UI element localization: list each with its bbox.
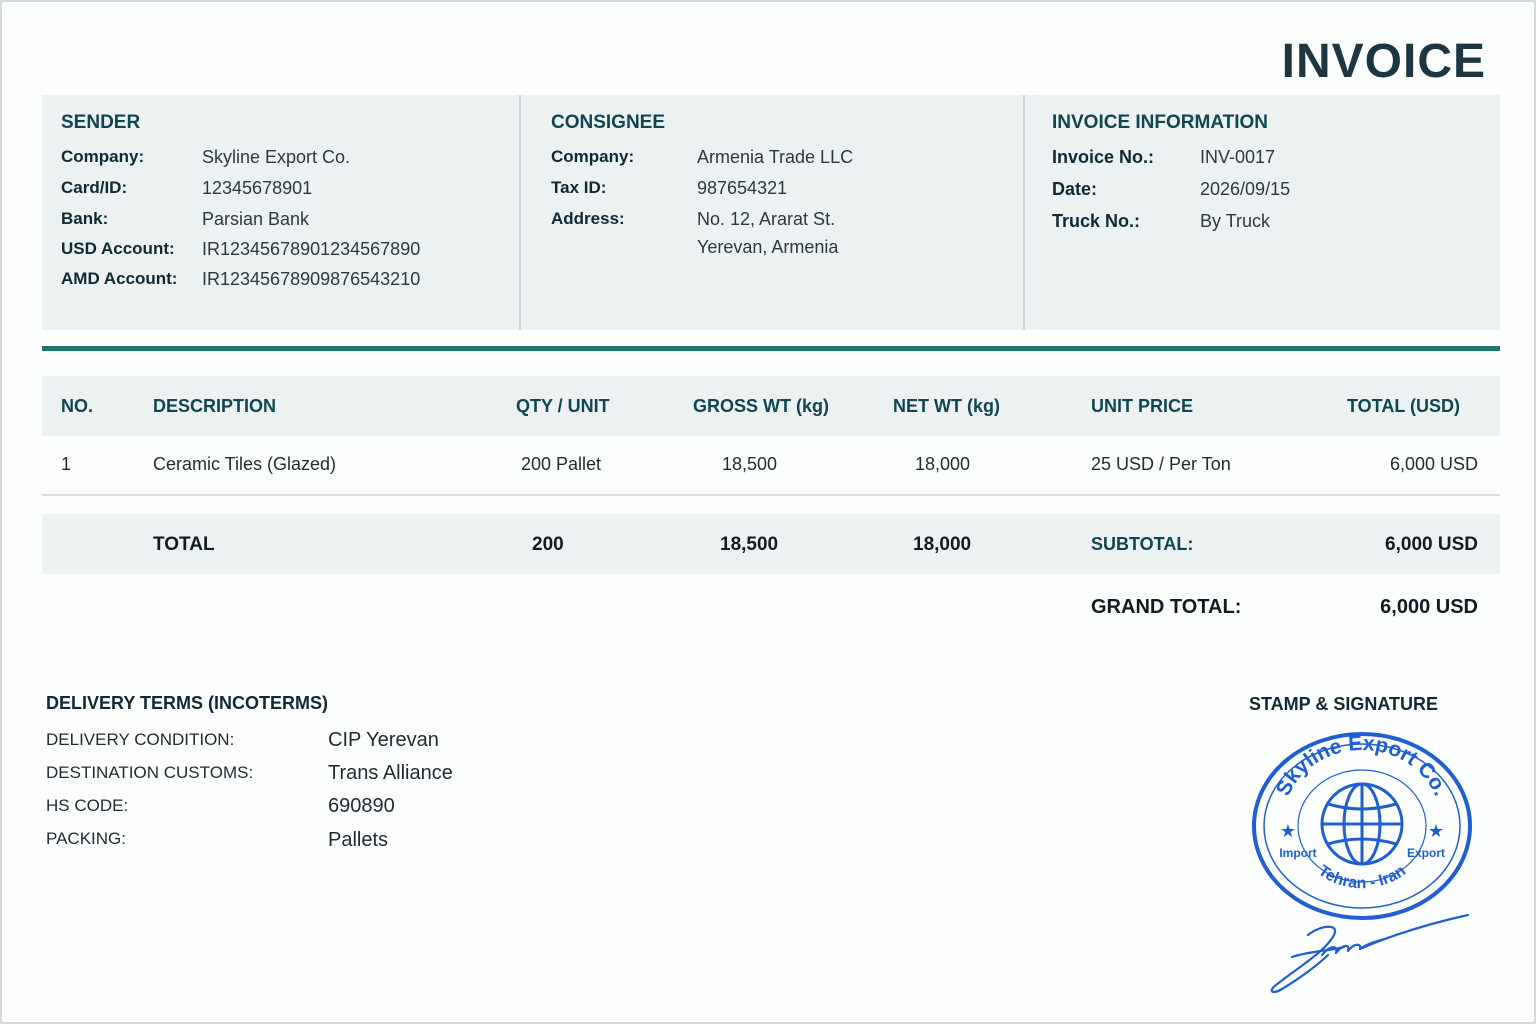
consignee-company-value: Armenia Trade LLC — [697, 147, 854, 167]
consignee-address-line1: No. 12, Ararat St. — [697, 209, 836, 229]
total-label: TOTAL — [153, 534, 215, 555]
section-divider — [42, 346, 1500, 351]
subtotal-label: SUBTOTAL: — [1091, 534, 1194, 554]
consignee-heading: CONSIGNEE — [551, 112, 666, 133]
packing-value: Pallets — [328, 829, 389, 851]
hs-code-value: 690890 — [328, 795, 395, 817]
sender-bank-value: Parsian Bank — [202, 209, 310, 229]
hs-code-label: HS CODE: — [46, 796, 129, 815]
consignee-taxid-label: Tax ID: — [551, 178, 607, 197]
consignee-section: CONSIGNEE Company: Armenia Trade LLC Tax… — [519, 95, 1025, 330]
invoice-date-label: Date: — [1052, 179, 1098, 199]
row-unit-price: 25 USD / Per Ton — [1091, 454, 1231, 474]
destination-customs-label: DESTINATION CUSTOMS: — [46, 763, 254, 782]
globe-icon — [1320, 782, 1404, 866]
truck-number-value: By Truck — [1200, 211, 1271, 231]
signature — [1270, 913, 1470, 994]
delivery-condition-value: CIP Yerevan — [328, 729, 439, 751]
col-header-unit-price: UNIT PRICE — [1091, 396, 1194, 416]
sender-heading: SENDER — [61, 112, 141, 133]
sender-card-value: 12345678901 — [202, 178, 313, 198]
row-description: Ceramic Tiles (Glazed) — [153, 454, 337, 474]
invoice-date-value: 2026/09/15 — [1200, 179, 1291, 199]
sender-company-label: Company: — [61, 147, 145, 166]
invoice-title: INVOICE — [1281, 35, 1486, 88]
sender-usd-account-label: USD Account: — [61, 239, 175, 258]
col-header-no: NO. — [61, 396, 94, 416]
packing-label: PACKING: — [46, 829, 126, 848]
consignee-company-label: Company: — [551, 147, 635, 166]
total-net-wt: 18,000 — [913, 534, 972, 555]
invoice-info-heading: INVOICE INFORMATION — [1052, 112, 1269, 133]
invoice-number-label: Invoice No.: — [1052, 147, 1155, 167]
consignee-taxid-value: 987654321 — [697, 178, 788, 198]
row-no: 1 — [61, 454, 72, 474]
col-header-gross-wt: GROSS WT (kg) — [693, 396, 829, 416]
row-net-wt: 18,000 — [915, 454, 971, 474]
items-table-header: NO. DESCRIPTION QTY / UNIT GROSS WT (kg)… — [42, 376, 1500, 436]
col-header-qty-unit: QTY / UNIT — [516, 396, 610, 416]
sender-card-label: Card/ID: — [61, 178, 128, 197]
sender-usd-account-value: IR12345678901234567890 — [202, 239, 421, 259]
stamp-bottom-text: Tehran - Iran — [1315, 862, 1409, 892]
row-gross-wt: 18,500 — [722, 454, 778, 474]
total-gross-wt: 18,500 — [720, 534, 779, 555]
invoice-info-section: INVOICE INFORMATION Invoice No.: INV-001… — [1023, 95, 1502, 330]
destination-customs-value: Trans Alliance — [328, 762, 453, 784]
sender-amd-account-value: IR12345678909876543210 — [202, 269, 421, 289]
grand-total-value: 6,000 USD — [1380, 596, 1478, 618]
star-right-icon: ★ — [1428, 821, 1444, 841]
stamp-signature-heading: STAMP & SIGNATURE — [1249, 694, 1439, 714]
sender-section: SENDER Company: Skyline Export Co. Card/… — [42, 95, 518, 330]
consignee-address-line2: Yerevan, Armenia — [697, 237, 839, 257]
consignee-address-label: Address: — [551, 209, 625, 228]
sender-bank-label: Bank: — [61, 209, 109, 228]
row-total: 6,000 USD — [1389, 454, 1478, 474]
stamp-right-text: Export — [1407, 846, 1445, 860]
totals-row: TOTAL 200 18,500 18,000 SUBTOTAL: 6,000 … — [42, 514, 1500, 574]
star-left-icon: ★ — [1280, 821, 1296, 841]
sender-company-value: Skyline Export Co. — [202, 147, 351, 167]
total-qty: 200 — [532, 534, 564, 555]
col-header-total-usd: TOTAL (USD) — [1347, 396, 1460, 416]
grand-total-label: GRAND TOTAL: — [1091, 596, 1242, 618]
header-info-panel: SENDER Company: Skyline Export Co. Card/… — [42, 95, 1500, 330]
company-stamp: Skyline Export Co. Tehran - Iran ★ ★ Imp… — [1252, 732, 1472, 920]
delivery-terms-heading: DELIVERY TERMS (INCOTERMS) — [46, 693, 329, 713]
row-qty-unit: 200 Pallet — [521, 454, 602, 474]
subtotal-value: 6,000 USD — [1385, 534, 1478, 555]
col-header-description: DESCRIPTION — [153, 396, 277, 416]
invoice-number-value: INV-0017 — [1200, 147, 1276, 167]
stamp-left-text: Import — [1279, 846, 1316, 860]
sender-amd-account-label: AMD Account: — [61, 269, 178, 288]
delivery-condition-label: DELIVERY CONDITION: — [46, 730, 235, 749]
truck-number-label: Truck No.: — [1052, 211, 1141, 231]
table-row: 1 Ceramic Tiles (Glazed) 200 Pallet 18,5… — [42, 436, 1500, 496]
col-header-net-wt: NET WT (kg) — [893, 396, 1000, 416]
